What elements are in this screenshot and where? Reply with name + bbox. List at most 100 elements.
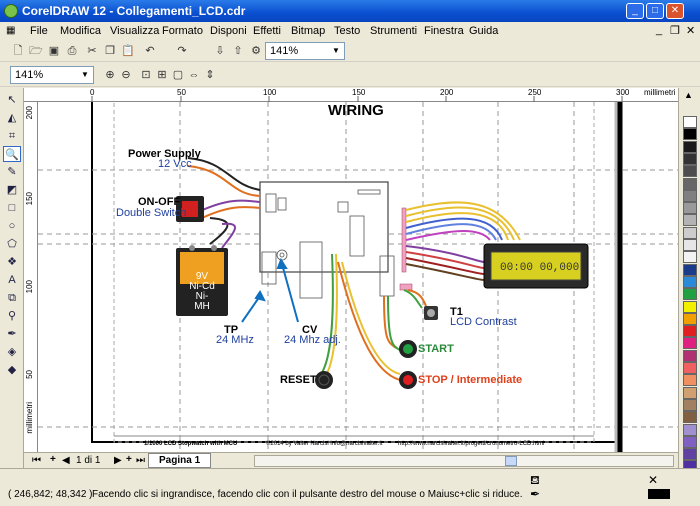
export-icon[interactable]: ⇧ — [230, 43, 246, 59]
menu-visualizza[interactable]: Visualizza — [110, 25, 159, 37]
menu-modifica[interactable]: Modifica — [60, 25, 101, 37]
zoom-height-icon[interactable]: ⇕ — [202, 67, 218, 83]
doc-menu-icon[interactable]: ▦ — [6, 25, 15, 36]
palette-swatch[interactable] — [683, 239, 697, 251]
palette-swatch[interactable] — [683, 288, 697, 301]
ruler-tick-label: 50 — [25, 370, 34, 379]
import-icon[interactable]: ⇩ — [212, 43, 228, 59]
freehand-tool-icon[interactable]: ✎ — [3, 164, 21, 180]
application-launcher-icon[interactable]: ⚙ — [248, 43, 264, 59]
palette-swatch[interactable] — [683, 116, 697, 128]
basic-shapes-tool-icon[interactable]: ❖ — [3, 254, 21, 270]
undo-icon[interactable]: ↶ — [142, 43, 158, 59]
interactive-blend-tool-icon[interactable]: ⧉ — [3, 290, 21, 306]
pick-tool-icon[interactable]: ↖ — [3, 92, 21, 108]
palette-swatch[interactable] — [683, 435, 697, 448]
fill-tool-icon[interactable]: ◈ — [3, 344, 21, 360]
palette-swatch[interactable] — [683, 386, 697, 399]
palette-swatch[interactable] — [683, 362, 697, 374]
last-page-icon[interactable]: ⏭ — [136, 455, 145, 466]
zoom-width-icon[interactable]: ⇔ — [186, 67, 202, 83]
ruler-tick-label: 0 — [90, 88, 95, 97]
palette-swatch[interactable] — [683, 411, 697, 424]
prev-page-icon[interactable]: ◀ — [62, 455, 70, 466]
new-icon[interactable]: 🗋 — [10, 43, 26, 59]
palette-swatch[interactable] — [683, 325, 697, 338]
redo-icon[interactable]: ↷ — [174, 43, 190, 59]
palette-swatch[interactable] — [683, 423, 697, 436]
next-page-icon[interactable]: ▶ — [114, 455, 122, 466]
outline-tool-icon[interactable]: ✒ — [3, 326, 21, 342]
print-icon[interactable]: ⎙ — [64, 43, 80, 59]
doc-close-icon[interactable]: ✕ — [686, 24, 695, 37]
zoom-levels-combo[interactable]: 141% ▼ — [265, 42, 345, 60]
palette-swatch[interactable] — [683, 152, 697, 165]
zoom-tool-icon[interactable]: 🔍 — [3, 146, 21, 162]
palette-swatch[interactable] — [683, 374, 697, 387]
palette-swatch[interactable] — [683, 448, 697, 461]
palette-swatch[interactable] — [683, 214, 697, 227]
palette-scroll-up-icon[interactable]: ▲ — [684, 90, 693, 100]
first-page-icon[interactable]: ⏮ — [32, 455, 41, 466]
zoom-in-icon[interactable]: ⊕ — [102, 67, 118, 83]
palette-swatch[interactable] — [683, 140, 697, 153]
interactive-fill-tool-icon[interactable]: ◆ — [3, 362, 21, 378]
palette-swatch[interactable] — [683, 251, 697, 264]
add-page-after-icon[interactable]: + — [126, 454, 132, 465]
zoom-selected-icon[interactable]: ⊡ — [138, 67, 154, 83]
text-tool-icon[interactable]: A — [3, 272, 21, 288]
maximize-button[interactable]: □ — [646, 3, 664, 19]
polygon-tool-icon[interactable]: ⬠ — [3, 236, 21, 252]
close-button[interactable]: ✕ — [666, 3, 684, 19]
zoom-all-objects-icon[interactable]: ⊞ — [154, 67, 170, 83]
palette-swatch[interactable] — [683, 226, 697, 239]
menu-testo[interactable]: Testo — [334, 25, 360, 37]
copy-icon[interactable]: ❐ — [102, 43, 118, 59]
save-icon[interactable]: ▣ — [46, 43, 62, 59]
palette-swatch[interactable] — [683, 165, 697, 178]
palette-swatch[interactable] — [683, 312, 697, 325]
palette-swatch[interactable] — [683, 202, 697, 215]
zoom-out-icon[interactable]: ⊖ — [118, 67, 134, 83]
doc-restore-icon[interactable]: ❐ — [670, 24, 680, 37]
add-page-icon[interactable]: + — [50, 454, 56, 465]
palette-swatch[interactable] — [683, 263, 697, 276]
drawing-canvas[interactable]: WIRING Power Supply 12 Vcc ON-OFF Double… — [38, 102, 678, 452]
crop-tool-icon[interactable]: ⌗ — [3, 128, 21, 144]
paste-icon[interactable]: 📋 — [120, 43, 136, 59]
scrollbar-thumb[interactable] — [505, 456, 517, 466]
cut-icon[interactable]: ✂ — [84, 43, 100, 59]
menu-guida[interactable]: Guida — [469, 25, 498, 37]
palette-swatch[interactable] — [683, 275, 697, 288]
menu-finestra[interactable]: Finestra — [424, 25, 464, 37]
palette-swatch[interactable] — [683, 177, 697, 190]
doc-minimize-icon[interactable]: _ — [656, 24, 662, 36]
horizontal-scrollbar[interactable] — [254, 455, 674, 467]
ellipse-tool-icon[interactable]: ○ — [3, 218, 21, 234]
ruler-tick-label: 150 — [25, 192, 34, 206]
menu-disponi[interactable]: Disponi — [210, 25, 247, 37]
menu-file[interactable]: File — [30, 25, 48, 37]
horizontal-ruler[interactable]: 0 50 100 150 200 250 300 millimetri — [24, 88, 678, 102]
eyedropper-tool-icon[interactable]: ⚲ — [3, 308, 21, 324]
open-icon[interactable]: 🗁 — [28, 43, 44, 59]
palette-swatch[interactable] — [683, 349, 697, 362]
palette-swatch[interactable] — [683, 337, 697, 350]
smart-fill-tool-icon[interactable]: ◩ — [3, 182, 21, 198]
minimize-button[interactable]: _ — [626, 3, 644, 19]
rectangle-tool-icon[interactable]: □ — [3, 200, 21, 216]
palette-swatch[interactable] — [683, 189, 697, 202]
vertical-ruler[interactable]: 200 150 100 50 millimetri — [24, 102, 38, 452]
zoom-page-icon[interactable]: ▢ — [170, 67, 186, 83]
menu-formato[interactable]: Formato — [162, 25, 203, 37]
onoff-sub: Double Switch — [116, 207, 187, 219]
menu-bitmap[interactable]: Bitmap — [291, 25, 325, 37]
menu-effetti[interactable]: Effetti — [253, 25, 281, 37]
palette-swatch[interactable] — [683, 128, 697, 141]
shape-tool-icon[interactable]: ◭ — [3, 110, 21, 126]
tab-pagina-1[interactable]: Pagina 1 — [148, 453, 212, 468]
palette-swatch[interactable] — [683, 398, 697, 411]
palette-swatch[interactable] — [683, 300, 697, 313]
menu-strumenti[interactable]: Strumenti — [370, 25, 417, 37]
zoom-combo[interactable]: 141% ▼ — [10, 66, 94, 84]
